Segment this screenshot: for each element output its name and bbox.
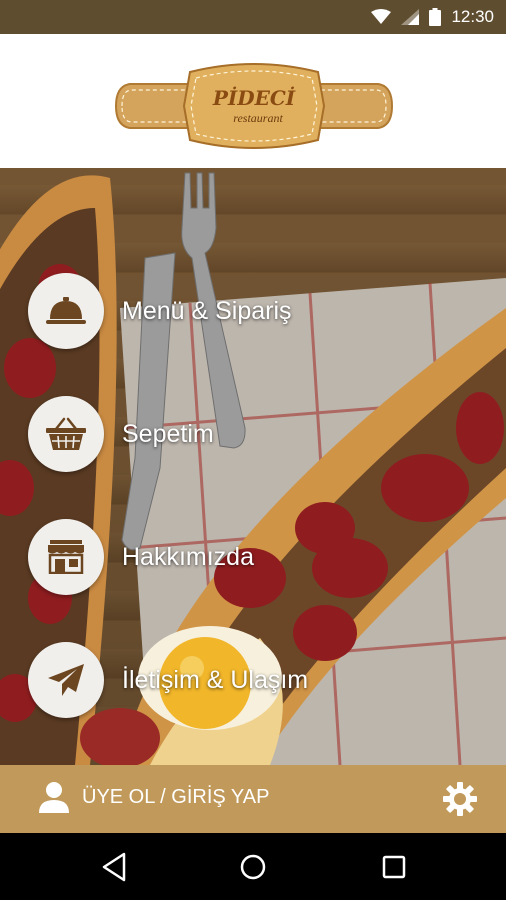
status-time: 12:30 xyxy=(451,7,494,26)
restaurant-logo: PİDECİ restaurant xyxy=(114,63,394,149)
menu-icon-circle xyxy=(28,396,104,472)
wifi-icon xyxy=(371,9,392,24)
basket-icon xyxy=(46,417,86,450)
storefront-icon xyxy=(48,540,84,574)
login-register-button[interactable]: ÜYE OL / GİRİŞ YAP xyxy=(38,781,269,813)
recents-icon[interactable] xyxy=(378,851,410,883)
user-icon xyxy=(39,782,69,813)
cell-signal-icon xyxy=(401,9,420,25)
login-label: ÜYE OL / GİRİŞ YAP xyxy=(82,785,270,808)
status-bar: 12:30 xyxy=(0,0,506,34)
menu-icon-circle xyxy=(28,273,104,349)
menu-icon-circle xyxy=(28,519,104,595)
food-cloche-icon xyxy=(46,297,86,324)
menu-item-hakkimizda[interactable]: Hakkımızda xyxy=(28,519,254,595)
menu-label: Sepetim xyxy=(122,419,214,448)
menu-icon-circle xyxy=(28,642,104,718)
menu-label: İletişim & Ulaşım xyxy=(122,665,309,694)
paper-plane-icon xyxy=(48,664,84,696)
home-icon[interactable] xyxy=(237,851,269,883)
app-header: PİDECİ restaurant xyxy=(0,34,506,168)
battery-icon xyxy=(429,8,442,26)
status-icons: 12:30 xyxy=(371,7,494,27)
menu-label: Menü & Sipariş xyxy=(122,296,292,325)
logo-text: PİDECİ xyxy=(212,86,296,110)
menu-label: Hakkımızda xyxy=(122,542,254,571)
bottom-bar: ÜYE OL / GİRİŞ YAP xyxy=(0,765,506,833)
menu-item-menu-siparis[interactable]: Menü & Sipariş xyxy=(28,273,292,349)
logo-subtext: restaurant xyxy=(233,111,283,125)
system-nav-bar xyxy=(0,833,506,900)
menu-item-sepetim[interactable]: Sepetim xyxy=(28,396,214,472)
menu-item-iletisim-ulasim[interactable]: İletişim & Ulaşım xyxy=(28,642,308,718)
main-menu-area: Menü & Sipariş Sepetim Hakkımızda İletiş… xyxy=(0,168,506,765)
back-icon[interactable] xyxy=(98,851,130,883)
gear-icon[interactable] xyxy=(442,781,478,817)
